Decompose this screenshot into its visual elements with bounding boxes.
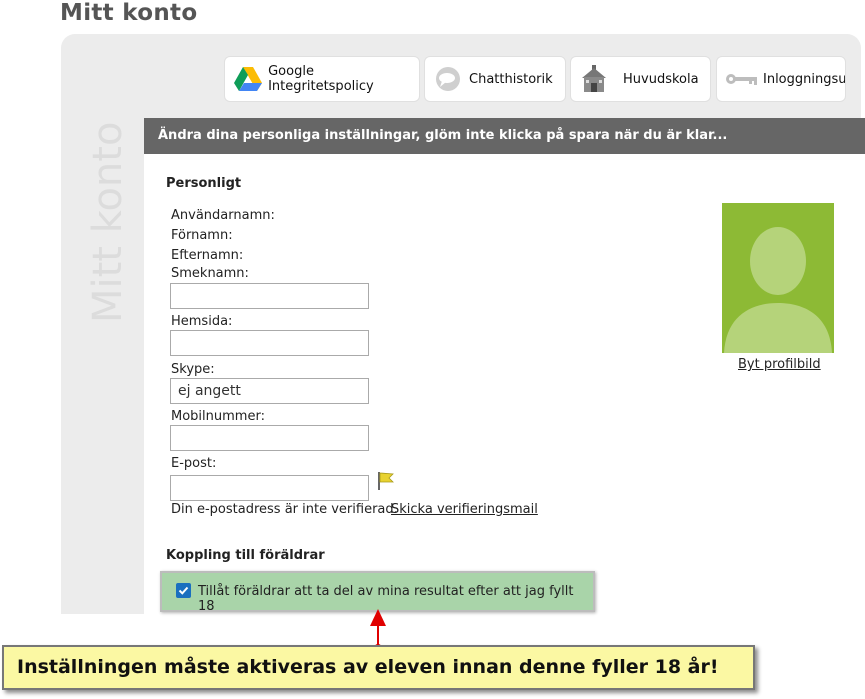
nickname-label: Smeknamn:: [171, 266, 249, 281]
instruction-header: Ändra dina personliga inställningar, glö…: [144, 118, 865, 154]
mobile-label: Mobilnummer:: [171, 409, 265, 424]
username-label: Användarnamn:: [171, 208, 275, 223]
tab-label: Chatthistorik: [469, 71, 553, 87]
google-drive-icon: [233, 64, 262, 94]
parent-consent-checkbox[interactable]: [176, 583, 191, 598]
key-icon: [725, 64, 759, 94]
checkmark-icon: [178, 586, 189, 595]
email-status-text: Din e-postadress är inte verifierad.: [171, 502, 398, 517]
email-label: E-post:: [171, 456, 217, 471]
personal-section-title: Personligt: [166, 176, 242, 191]
lastname-label: Efternamn:: [171, 248, 244, 263]
tab-label: Inloggningsupp: [763, 71, 846, 87]
parent-consent-label: Tillåt föräldrar att ta del av mina resu…: [198, 584, 574, 614]
parent-consent-row[interactable]: Tillåt föräldrar att ta del av mina resu…: [160, 571, 595, 614]
avatar-silhouette-icon: [724, 227, 832, 353]
skype-label: Skype:: [171, 362, 215, 377]
chat-bubble-icon: [433, 64, 463, 94]
tab-main-school[interactable]: Huvudskola: [570, 56, 711, 102]
flag-icon[interactable]: [376, 471, 396, 495]
page-title: Mitt konto: [60, 0, 198, 26]
email-input[interactable]: [170, 475, 369, 501]
homepage-label: Hemsida:: [171, 314, 233, 329]
homepage-input[interactable]: [170, 330, 369, 356]
tab-label: Huvudskola: [623, 71, 699, 87]
side-title-text: Mitt konto: [85, 121, 131, 323]
school-icon: [579, 64, 609, 94]
skype-input[interactable]: [170, 378, 369, 404]
tab-google-privacy[interactable]: Google Integritetspolicy: [224, 56, 420, 102]
parents-section-title: Koppling till föräldrar: [166, 548, 325, 563]
side-title: Mitt konto: [78, 121, 131, 330]
tab-login-details[interactable]: Inloggningsupp: [716, 56, 846, 102]
tab-label: Google Integritetspolicy: [268, 64, 374, 94]
tab-chat-history[interactable]: Chatthistorik: [424, 56, 566, 102]
firstname-label: Förnamn:: [171, 228, 233, 243]
change-profile-picture-link[interactable]: Byt profilbild: [738, 357, 821, 372]
profile-picture[interactable]: [722, 203, 834, 353]
nickname-input[interactable]: [170, 283, 369, 309]
annotation-callout: Inställningen måste aktiveras av eleven …: [2, 645, 755, 690]
mobile-input[interactable]: [170, 425, 369, 451]
send-verification-link[interactable]: Skicka verifieringsmail: [391, 502, 538, 517]
